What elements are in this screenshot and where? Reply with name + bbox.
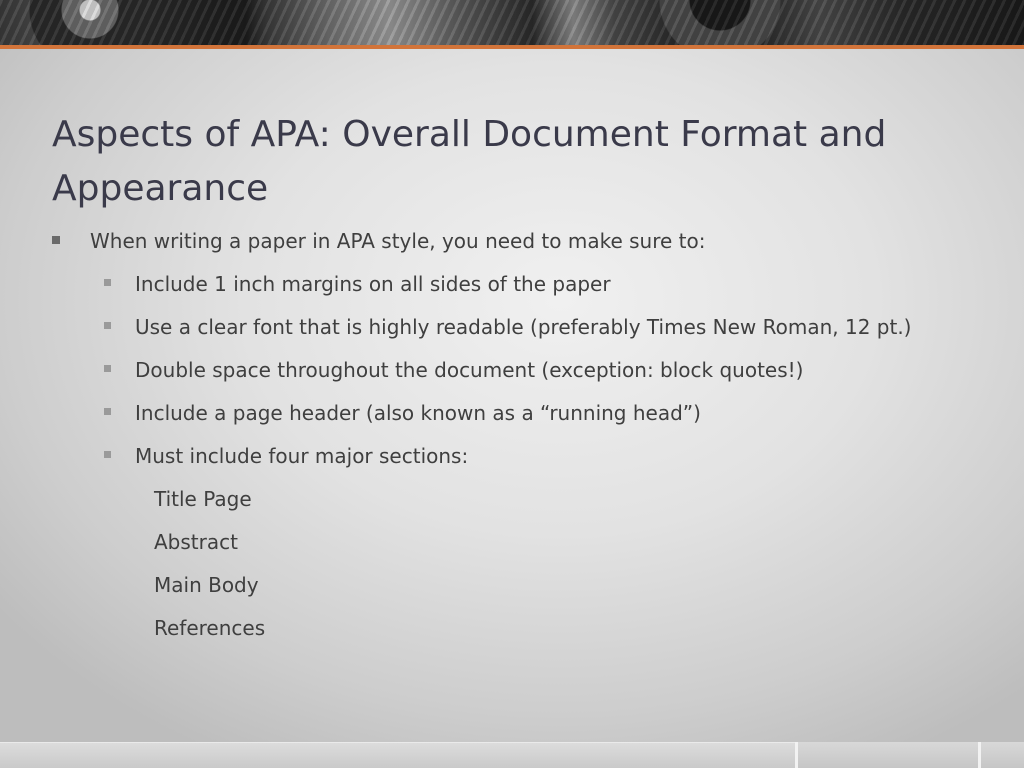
slide: Aspects of APA: Overall Document Format … xyxy=(0,0,1024,768)
section-item: Main Body xyxy=(154,573,259,597)
accent-divider xyxy=(0,45,1024,49)
slide-body: When writing a paper in APA style, you n… xyxy=(52,224,992,654)
requirement-text: Include a page header (also known as a “… xyxy=(135,401,701,425)
list-item: Double space throughout the document (ex… xyxy=(52,353,992,387)
requirement-text: Include 1 inch margins on all sides of t… xyxy=(135,272,611,296)
sections-container: Title Page Abstract Main Body References xyxy=(52,482,992,645)
square-bullet-icon xyxy=(104,451,111,458)
square-bullet-icon xyxy=(52,236,60,244)
list-item: Use a clear font that is highly readable… xyxy=(52,310,992,344)
requirements-list: Include 1 inch margins on all sides of t… xyxy=(52,267,992,473)
list-item: Include a page header (also known as a “… xyxy=(52,396,992,430)
slide-title: Aspects of APA: Overall Document Format … xyxy=(52,114,887,209)
requirement-text: Must include four major sections: xyxy=(135,444,469,468)
list-item: Must include four major sections: xyxy=(52,439,992,473)
requirement-text: Double space throughout the document (ex… xyxy=(135,358,804,382)
bullet-intro-text: When writing a paper in APA style, you n… xyxy=(90,229,706,253)
square-bullet-icon xyxy=(104,365,111,372)
section-item: Abstract xyxy=(154,530,238,554)
sub-list-container: Include 1 inch margins on all sides of t… xyxy=(52,267,992,473)
list-item: Include 1 inch margins on all sides of t… xyxy=(52,267,992,301)
footer-slide-number-panel xyxy=(978,742,1024,768)
sections-list: Title Page Abstract Main Body References xyxy=(52,482,992,645)
bullet-intro: When writing a paper in APA style, you n… xyxy=(52,224,992,258)
header-banner-texture xyxy=(0,0,1024,46)
square-bullet-icon xyxy=(104,279,111,286)
square-bullet-icon xyxy=(104,322,111,329)
footer-date-panel xyxy=(795,742,978,768)
section-item: References xyxy=(154,616,266,640)
section-item: Title Page xyxy=(154,487,252,511)
square-bullet-icon xyxy=(104,408,111,415)
requirement-text: Use a clear font that is highly readable… xyxy=(135,315,912,339)
